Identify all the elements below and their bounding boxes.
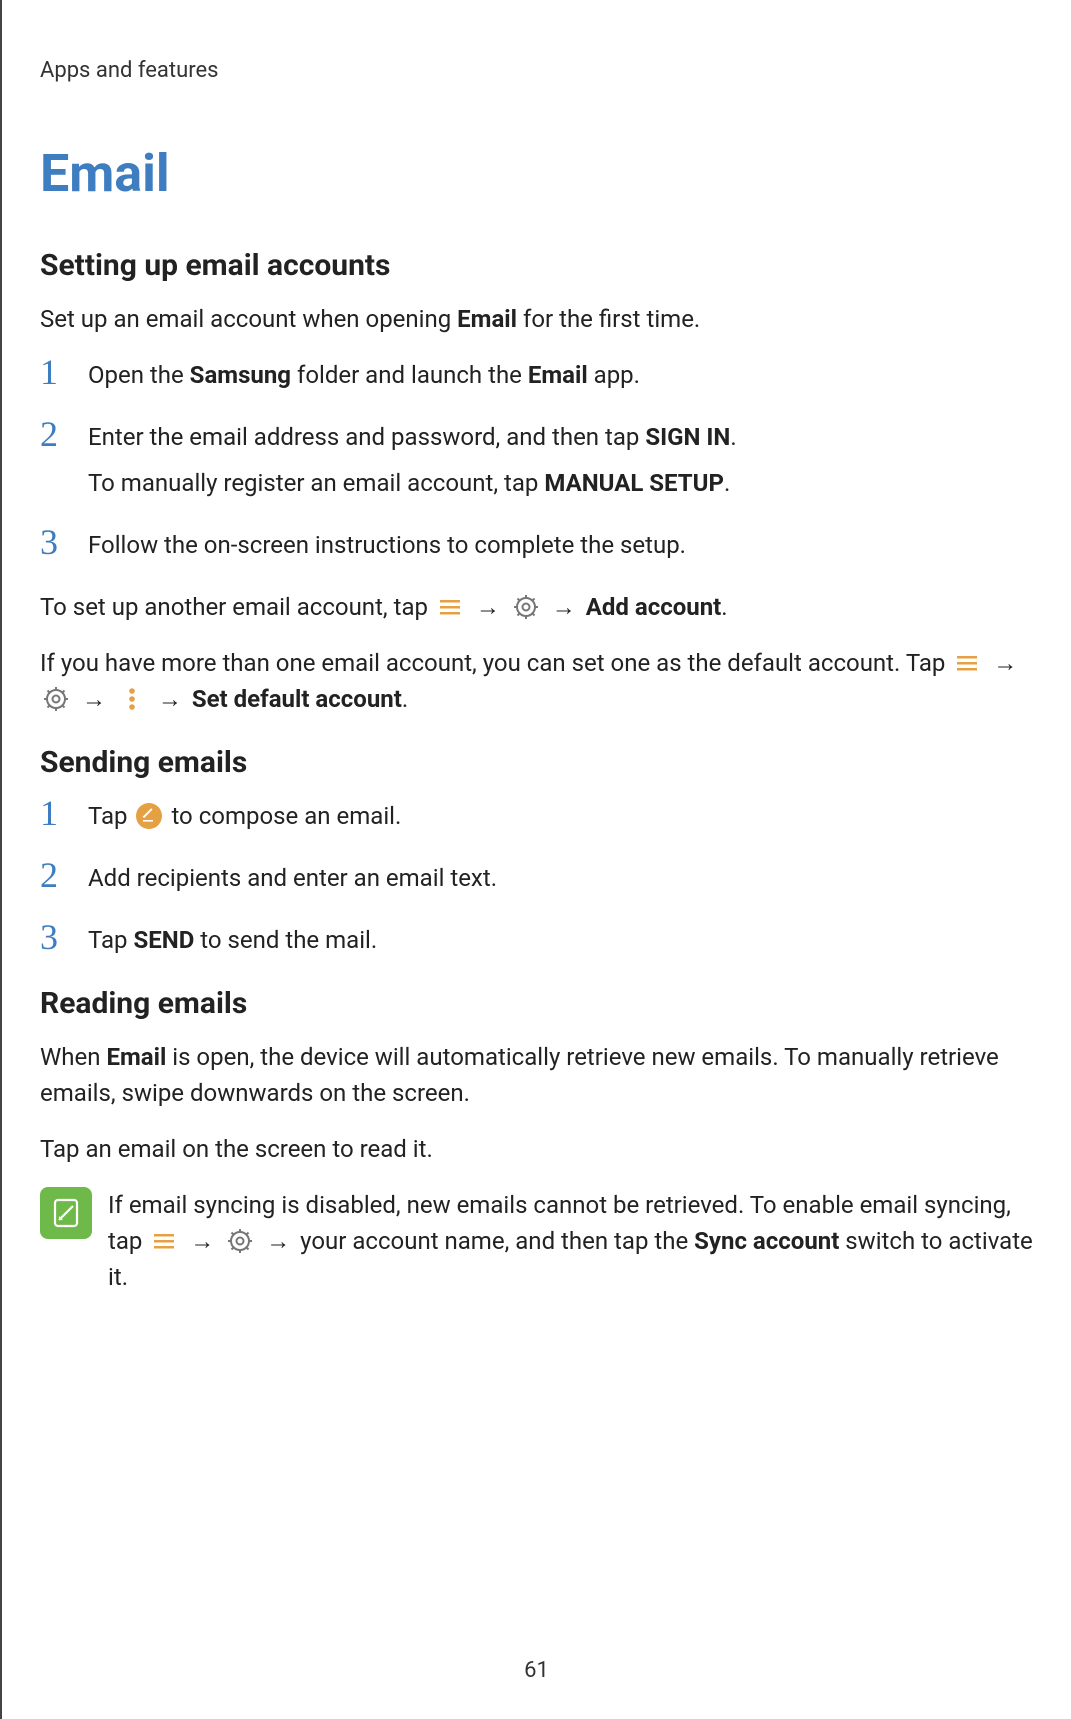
text-bold: Samsung — [190, 361, 291, 389]
setup-default-account: If you have more than one email account,… — [40, 645, 1033, 717]
text-bold: SEND — [133, 926, 194, 954]
text-bold: Set default account — [192, 685, 402, 713]
text: your account name, and then tap the — [300, 1227, 694, 1255]
text-bold: SIGN IN — [645, 423, 730, 451]
step-text: Tap to compose an email. — [88, 798, 1033, 834]
hamburger-icon — [436, 593, 464, 621]
note-box: If email syncing is disabled, new emails… — [40, 1187, 1033, 1295]
text-bold: Email — [528, 361, 588, 389]
step-2: Enter the email address and password, an… — [40, 419, 1033, 501]
note-icon — [40, 1187, 92, 1239]
step-text: Add recipients and enter an email text. — [88, 860, 1033, 896]
gear-icon — [512, 593, 540, 621]
text: . — [724, 469, 730, 497]
text: . — [730, 423, 736, 451]
step-text: Tap SEND to send the mail. — [88, 922, 1033, 958]
page-number: 61 — [2, 1658, 1071, 1683]
heading-reading: Reading emails — [40, 986, 1033, 1021]
gear-icon — [226, 1227, 254, 1255]
text: folder and launch the — [291, 361, 528, 389]
reading-p2: Tap an email on the screen to read it. — [40, 1131, 1033, 1167]
compose-icon — [135, 802, 163, 830]
text: Set up an email account when opening — [40, 305, 457, 333]
text: to compose an email. — [165, 802, 401, 830]
step-2: Add recipients and enter an email text. — [40, 860, 1033, 896]
text: . — [721, 593, 727, 621]
arrow-icon: → — [552, 593, 576, 621]
heading-sending: Sending emails — [40, 745, 1033, 780]
arrow-icon: → — [476, 593, 500, 621]
step-3: Follow the on-screen instructions to com… — [40, 527, 1033, 563]
text-bold: Sync account — [694, 1227, 839, 1255]
gear-icon — [42, 685, 70, 713]
text: When — [40, 1043, 106, 1071]
text: app. — [588, 361, 640, 389]
step-text: Open the Samsung folder and launch the E… — [88, 357, 1033, 393]
hamburger-icon — [150, 1227, 178, 1255]
arrow-icon: → — [82, 685, 106, 713]
note-text: If email syncing is disabled, new emails… — [108, 1187, 1033, 1295]
text-bold: Email — [106, 1043, 166, 1071]
hamburger-icon — [953, 649, 981, 677]
text: . — [402, 685, 408, 713]
text: to send the mail. — [194, 926, 377, 954]
step-text: Follow the on-screen instructions to com… — [88, 527, 1033, 563]
text-bold: Email — [457, 305, 517, 333]
step-1: Tap to compose an email. — [40, 798, 1033, 834]
setup-steps: Open the Samsung folder and launch the E… — [40, 357, 1033, 563]
text: If you have more than one email account,… — [40, 649, 951, 677]
text: for the first time. — [517, 305, 700, 333]
text: Tap — [88, 802, 133, 830]
step-text: Enter the email address and password, an… — [88, 419, 1033, 455]
text-bold: MANUAL SETUP — [544, 469, 724, 497]
reading-p1: When Email is open, the device will auto… — [40, 1039, 1033, 1111]
arrow-icon: → — [993, 649, 1017, 677]
text-bold: Add account — [586, 593, 722, 621]
step-subtext: To manually register an email account, t… — [88, 465, 1033, 501]
text: is open, the device will automatically r… — [40, 1043, 999, 1107]
step-1: Open the Samsung folder and launch the E… — [40, 357, 1033, 393]
arrow-icon: → — [266, 1227, 290, 1255]
text: Enter the email address and password, an… — [88, 423, 645, 451]
sending-steps: Tap to compose an email. Add recipients … — [40, 798, 1033, 958]
arrow-icon: → — [158, 685, 182, 713]
text: Tap — [88, 926, 133, 954]
step-3: Tap SEND to send the mail. — [40, 922, 1033, 958]
setup-another-account: To set up another email account, tap → →… — [40, 589, 1033, 625]
page-title: Email — [40, 143, 1033, 204]
more-icon — [118, 685, 146, 713]
header-section-label: Apps and features — [40, 58, 1033, 83]
heading-setup: Setting up email accounts — [40, 248, 1033, 283]
text: To manually register an email account, t… — [88, 469, 544, 497]
setup-intro: Set up an email account when opening Ema… — [40, 301, 1033, 337]
text: To set up another email account, tap — [40, 593, 434, 621]
text: Open the — [88, 361, 190, 389]
arrow-icon: → — [190, 1227, 214, 1255]
